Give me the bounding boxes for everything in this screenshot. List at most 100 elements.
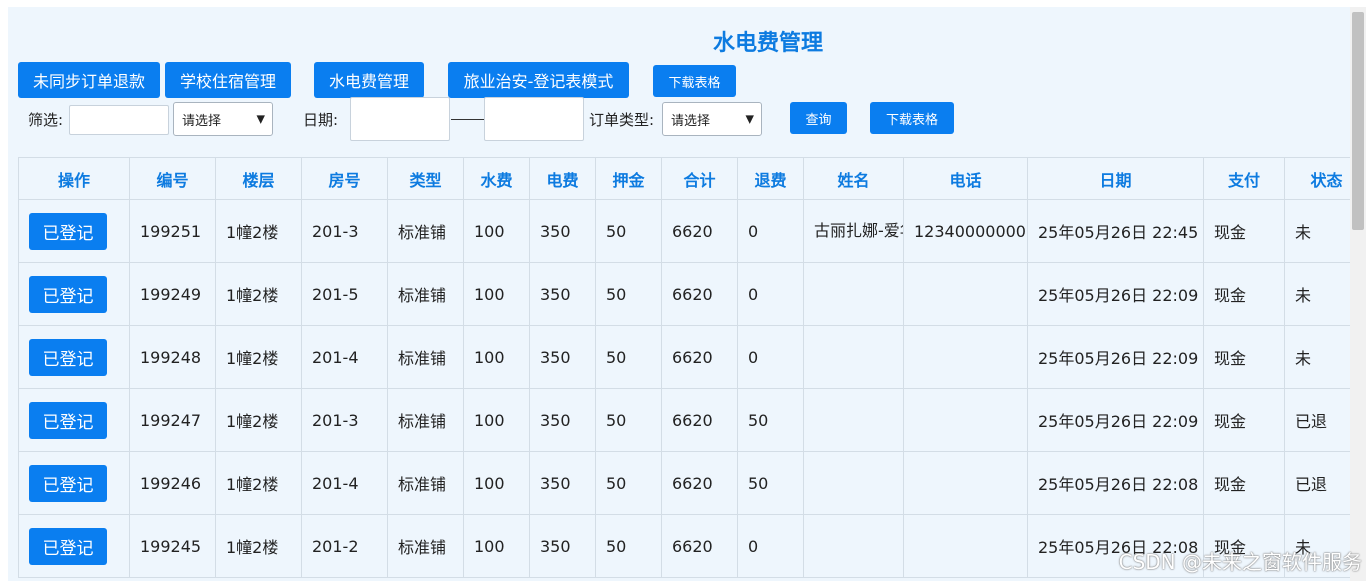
name-cell xyxy=(803,262,904,326)
floor-cell: 1幢2楼 xyxy=(215,451,302,515)
action-cell: 已登记 xyxy=(18,199,130,263)
date-start-input[interactable] xyxy=(350,97,450,141)
deposit-cell: 50 xyxy=(595,262,662,326)
type-cell: 标准铺 xyxy=(387,199,464,263)
room-cell: 201-2 xyxy=(301,514,388,578)
water-cell: 100 xyxy=(463,325,530,389)
registered-button[interactable]: 已登记 xyxy=(29,212,107,250)
phone-cell xyxy=(903,451,1028,515)
electric-cell: 350 xyxy=(529,199,596,263)
deposit-cell: 50 xyxy=(595,199,662,263)
security-register-button[interactable]: 旅业治安-登记表模式 xyxy=(448,62,629,98)
floor-cell: 1幢2楼 xyxy=(215,514,302,578)
registered-button[interactable]: 已登记 xyxy=(29,401,107,439)
date-cell: 25年05月26日 22:09 xyxy=(1027,388,1204,452)
type-cell: 标准铺 xyxy=(387,388,464,452)
phone-cell xyxy=(903,325,1028,389)
table-header-row: 操作 编号 楼层 房号 类型 水费 电费 押金 合计 退费 姓名 电话 日期 支… xyxy=(18,157,1350,200)
unsynced-refund-button[interactable]: 未同步订单退款 xyxy=(18,62,160,98)
action-cell: 已登记 xyxy=(18,325,130,389)
action-cell: 已登记 xyxy=(18,388,130,452)
col-header-floor: 楼层 xyxy=(215,157,302,200)
floor-cell: 1幢2楼 xyxy=(215,388,302,452)
filter-label: 筛选: xyxy=(28,111,64,129)
status-cell: 未 xyxy=(1284,262,1350,326)
query-button[interactable]: 查询 xyxy=(790,102,847,134)
phone-cell xyxy=(903,262,1028,326)
scrollbar-thumb[interactable] xyxy=(1352,12,1364,230)
pay-cell: 现金 xyxy=(1203,325,1285,389)
electric-cell: 350 xyxy=(529,325,596,389)
floor-cell: 1幢2楼 xyxy=(215,199,302,263)
phone-cell xyxy=(903,514,1028,578)
col-header-phone: 电话 xyxy=(903,157,1028,200)
filter-select[interactable]: 请选择 ▼ xyxy=(173,102,273,136)
total-cell: 6620 xyxy=(661,514,738,578)
chevron-down-icon: ▼ xyxy=(256,112,265,126)
refund-cell: 50 xyxy=(737,451,804,515)
refund-cell: 50 xyxy=(737,388,804,452)
page-title: 水电费管理 xyxy=(712,31,823,56)
water-cell: 100 xyxy=(463,262,530,326)
registered-button[interactable]: 已登记 xyxy=(29,464,107,502)
status-cell: 未 xyxy=(1284,325,1350,389)
school-lodging-button[interactable]: 学校住宿管理 xyxy=(165,62,291,98)
water-cell: 100 xyxy=(463,388,530,452)
registered-button[interactable]: 已登记 xyxy=(29,275,107,313)
electric-cell: 350 xyxy=(529,514,596,578)
total-cell: 6620 xyxy=(661,325,738,389)
col-header-name: 姓名 xyxy=(803,157,904,200)
table-row: 已登记 199246 1幢2楼 201-4 标准铺 100 350 50 662… xyxy=(18,451,1350,515)
refund-cell: 0 xyxy=(737,262,804,326)
table-row: 已登记 199247 1幢2楼 201-3 标准铺 100 350 50 662… xyxy=(18,388,1350,452)
total-cell: 6620 xyxy=(661,451,738,515)
order-type-label: 订单类型: xyxy=(589,111,655,129)
registered-button[interactable]: 已登记 xyxy=(29,527,107,565)
status-cell: 已退 xyxy=(1284,451,1350,515)
col-header-room: 房号 xyxy=(301,157,388,200)
water-cell: 100 xyxy=(463,451,530,515)
chevron-down-icon: ▼ xyxy=(745,112,754,126)
order-type-select[interactable]: 请选择 ▼ xyxy=(662,102,762,136)
electric-cell: 350 xyxy=(529,262,596,326)
deposit-cell: 50 xyxy=(595,514,662,578)
col-header-date: 日期 xyxy=(1027,157,1204,200)
water-cell: 100 xyxy=(463,199,530,263)
status-cell: 未 xyxy=(1284,199,1350,263)
total-cell: 6620 xyxy=(661,388,738,452)
pay-cell: 现金 xyxy=(1203,388,1285,452)
col-header-status: 状态 xyxy=(1284,157,1350,200)
name-cell xyxy=(803,325,904,389)
date-end-input[interactable] xyxy=(484,97,584,141)
electric-cell: 350 xyxy=(529,451,596,515)
col-header-water: 水费 xyxy=(463,157,530,200)
action-cell: 已登记 xyxy=(18,451,130,515)
watermark: CSDN @未来之窗软件服务 xyxy=(1118,550,1362,574)
table-row: 已登记 199248 1幢2楼 201-4 标准铺 100 350 50 662… xyxy=(18,325,1350,389)
type-cell: 标准铺 xyxy=(387,514,464,578)
deposit-cell: 50 xyxy=(595,388,662,452)
type-cell: 标准铺 xyxy=(387,451,464,515)
col-header-action: 操作 xyxy=(18,157,130,200)
deposit-cell: 50 xyxy=(595,451,662,515)
date-label: 日期: xyxy=(303,111,339,129)
phone-cell xyxy=(903,388,1028,452)
table-row: 已登记 199249 1幢2楼 201-5 标准铺 100 350 50 662… xyxy=(18,262,1350,326)
records-table: 操作 编号 楼层 房号 类型 水费 电费 押金 合计 退费 姓名 电话 日期 支… xyxy=(18,157,1350,578)
total-cell: 6620 xyxy=(661,262,738,326)
deposit-cell: 50 xyxy=(595,325,662,389)
utility-fee-button[interactable]: 水电费管理 xyxy=(314,62,424,98)
registered-button[interactable]: 已登记 xyxy=(29,338,107,376)
download-table-button[interactable]: 下载表格 xyxy=(870,102,954,134)
col-header-electric: 电费 xyxy=(529,157,596,200)
status-cell: 已退 xyxy=(1284,388,1350,452)
room-cell: 201-3 xyxy=(301,199,388,263)
col-header-id: 编号 xyxy=(129,157,216,200)
main-panel: 水电费管理 未同步订单退款 学校住宿管理 水电费管理 旅业治安-登记表模式 下载… xyxy=(8,7,1350,581)
filter-input[interactable] xyxy=(69,105,169,135)
filter-select-value: 请选择 xyxy=(182,113,222,129)
pay-cell: 现金 xyxy=(1203,199,1285,263)
name-cell xyxy=(803,388,904,452)
download-table-button-top[interactable]: 下载表格 xyxy=(653,65,736,97)
col-header-total: 合计 xyxy=(661,157,738,200)
